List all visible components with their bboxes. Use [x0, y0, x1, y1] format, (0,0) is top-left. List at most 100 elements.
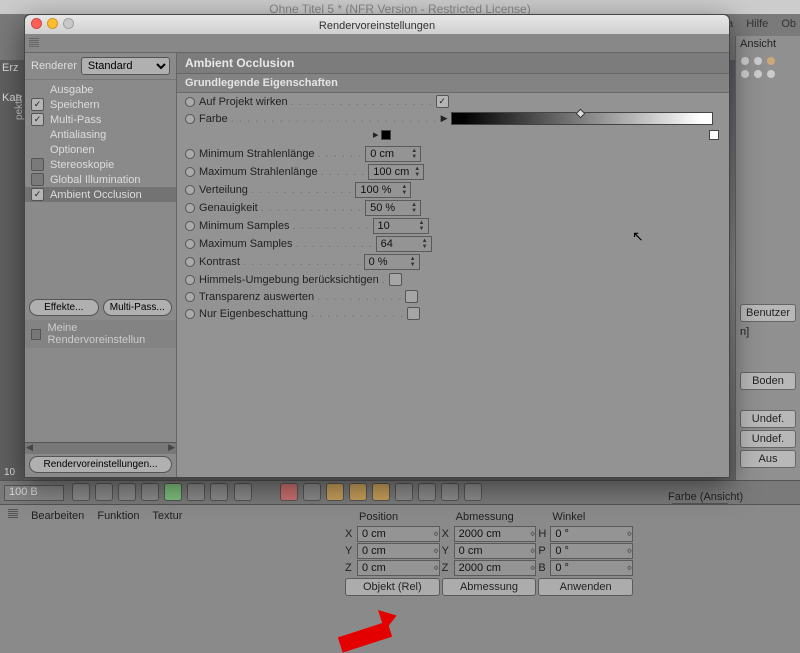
angle-field[interactable]: 0 °	[550, 560, 633, 576]
abmessung-dropdown[interactable]: Abmessung	[442, 578, 537, 596]
grip-icon[interactable]	[29, 38, 39, 48]
size-field[interactable]: 0 cm	[454, 543, 537, 559]
sidebar-item[interactable]: ✓Speichern	[25, 97, 176, 112]
anim-dot-icon[interactable]	[185, 239, 195, 249]
tab-funktion[interactable]: Funktion	[97, 510, 139, 522]
key-icon[interactable]	[372, 483, 390, 501]
checkbox[interactable]	[407, 307, 420, 320]
anim-dot-icon[interactable]	[185, 185, 195, 195]
anim-dot-icon[interactable]	[185, 114, 195, 124]
render-settings-button[interactable]: Rendervoreinstellungen...	[29, 456, 172, 473]
expand-icon[interactable]: ▶	[441, 113, 448, 124]
checkbox[interactable]	[389, 273, 402, 286]
record-icon[interactable]	[280, 483, 298, 501]
color-swatch-black[interactable]	[381, 130, 391, 140]
anim-dot-icon[interactable]	[185, 97, 195, 107]
angle-field[interactable]: 0 °	[550, 543, 633, 559]
number-field[interactable]: 0 %▲▼	[364, 254, 420, 270]
position-field[interactable]: 0 cm	[357, 560, 440, 576]
renderer-select[interactable]: Standard	[81, 57, 170, 75]
sidebar-item[interactable]: ✓Ambient Occlusion	[25, 187, 176, 202]
anim-dot-icon[interactable]	[185, 221, 195, 231]
number-field[interactable]: 50 %▲▼	[365, 200, 421, 216]
anim-dot-icon[interactable]	[185, 203, 195, 213]
spinner-icon[interactable]: ▲▼	[410, 255, 418, 269]
key-icon[interactable]	[326, 483, 344, 501]
checkbox[interactable]: ✓	[31, 98, 44, 111]
angle-field[interactable]: 0 °	[550, 526, 633, 542]
tab-bearbeiten[interactable]: Bearbeiten	[31, 510, 84, 522]
number-field[interactable]: 100 cm▲▼	[368, 164, 424, 180]
timeline-button[interactable]	[72, 483, 90, 501]
goto-start-icon[interactable]	[95, 483, 113, 501]
horizontal-scrollbar[interactable]	[25, 442, 176, 454]
play-icon[interactable]	[164, 483, 182, 501]
undef-button[interactable]: Undef.	[740, 410, 796, 428]
zoom-icon[interactable]	[63, 18, 74, 29]
sidebar-item[interactable]: Antialiasing	[25, 127, 176, 142]
key-icon[interactable]	[418, 483, 436, 501]
spinner-icon[interactable]: ▲▼	[411, 147, 419, 161]
multipass-button[interactable]: Multi-Pass...	[103, 299, 173, 316]
key-icon[interactable]	[464, 483, 482, 501]
menu-item[interactable]: Ob	[781, 18, 796, 30]
sidebar-item[interactable]: ✓Multi-Pass	[25, 112, 176, 127]
key-icon[interactable]	[441, 483, 459, 501]
spinner-icon[interactable]: ▲▼	[401, 183, 409, 197]
sidebar-item[interactable]: Global Illumination	[25, 172, 176, 187]
color-swatch-white[interactable]	[709, 130, 719, 140]
size-field[interactable]: 2000 cm	[454, 560, 537, 576]
color-dots[interactable]	[736, 52, 800, 92]
number-field[interactable]: 10▲▼	[373, 218, 429, 234]
spinner-icon[interactable]: ▲▼	[414, 165, 422, 179]
anim-dot-icon[interactable]	[185, 257, 195, 267]
position-field[interactable]: 0 cm	[357, 543, 440, 559]
presets-row[interactable]: Meine Rendervoreinstellun	[25, 320, 176, 348]
autokey-icon[interactable]	[303, 483, 321, 501]
timeline-field[interactable]: 100 B	[4, 485, 64, 501]
spinner-icon[interactable]: ▲▼	[411, 201, 419, 215]
anim-dot-icon[interactable]	[185, 292, 195, 302]
anwenden-button[interactable]: Anwenden	[538, 578, 633, 596]
position-field[interactable]: 0 cm	[357, 526, 440, 542]
effects-button[interactable]: Effekte...	[29, 299, 99, 316]
tab[interactable]: Erz	[0, 60, 24, 76]
prev-key-icon[interactable]	[118, 483, 136, 501]
number-field[interactable]: 64▲▼	[376, 236, 432, 252]
anim-dot-icon[interactable]	[185, 309, 195, 319]
close-icon[interactable]	[31, 18, 42, 29]
checkbox[interactable]	[405, 290, 418, 303]
size-field[interactable]: 2000 cm	[454, 526, 537, 542]
next-frame-icon[interactable]	[187, 483, 205, 501]
checkbox[interactable]: ✓	[31, 113, 44, 126]
benutzer-button[interactable]: Benutzer	[740, 304, 796, 322]
checkbox[interactable]: ✓	[436, 95, 449, 108]
prev-frame-icon[interactable]	[141, 483, 159, 501]
checkbox[interactable]	[31, 173, 44, 186]
spinner-icon[interactable]: ▲▼	[419, 219, 427, 233]
number-field[interactable]: 0 cm▲▼	[365, 146, 421, 162]
number-field[interactable]: 100 %▲▼	[355, 182, 411, 198]
menu-item[interactable]: Hilfe	[746, 18, 768, 30]
gradient-stop[interactable]	[575, 109, 585, 119]
sidebar-item[interactable]: Optionen	[25, 142, 176, 157]
goto-end-icon[interactable]	[234, 483, 252, 501]
checkbox[interactable]	[31, 158, 44, 171]
key-icon[interactable]	[395, 483, 413, 501]
next-key-icon[interactable]	[210, 483, 228, 501]
anim-dot-icon[interactable]	[185, 275, 195, 285]
spinner-icon[interactable]: ▲▼	[422, 237, 430, 251]
objekt-dropdown[interactable]: Objekt (Rel)	[345, 578, 440, 596]
expand-icon[interactable]: ▸	[373, 128, 379, 141]
grip-icon[interactable]	[8, 509, 18, 519]
undef-button[interactable]: Undef.	[740, 430, 796, 448]
tab-textur[interactable]: Textur	[152, 510, 182, 522]
minimize-icon[interactable]	[47, 18, 58, 29]
checkbox[interactable]: ✓	[31, 188, 44, 201]
gradient-bar[interactable]	[451, 112, 713, 125]
sidebar-item[interactable]: Ausgabe	[25, 82, 176, 97]
sidebar-item[interactable]: Stereoskopie	[25, 157, 176, 172]
anim-dot-icon[interactable]	[185, 149, 195, 159]
anim-dot-icon[interactable]	[185, 167, 195, 177]
boden-button[interactable]: Boden	[740, 372, 796, 390]
